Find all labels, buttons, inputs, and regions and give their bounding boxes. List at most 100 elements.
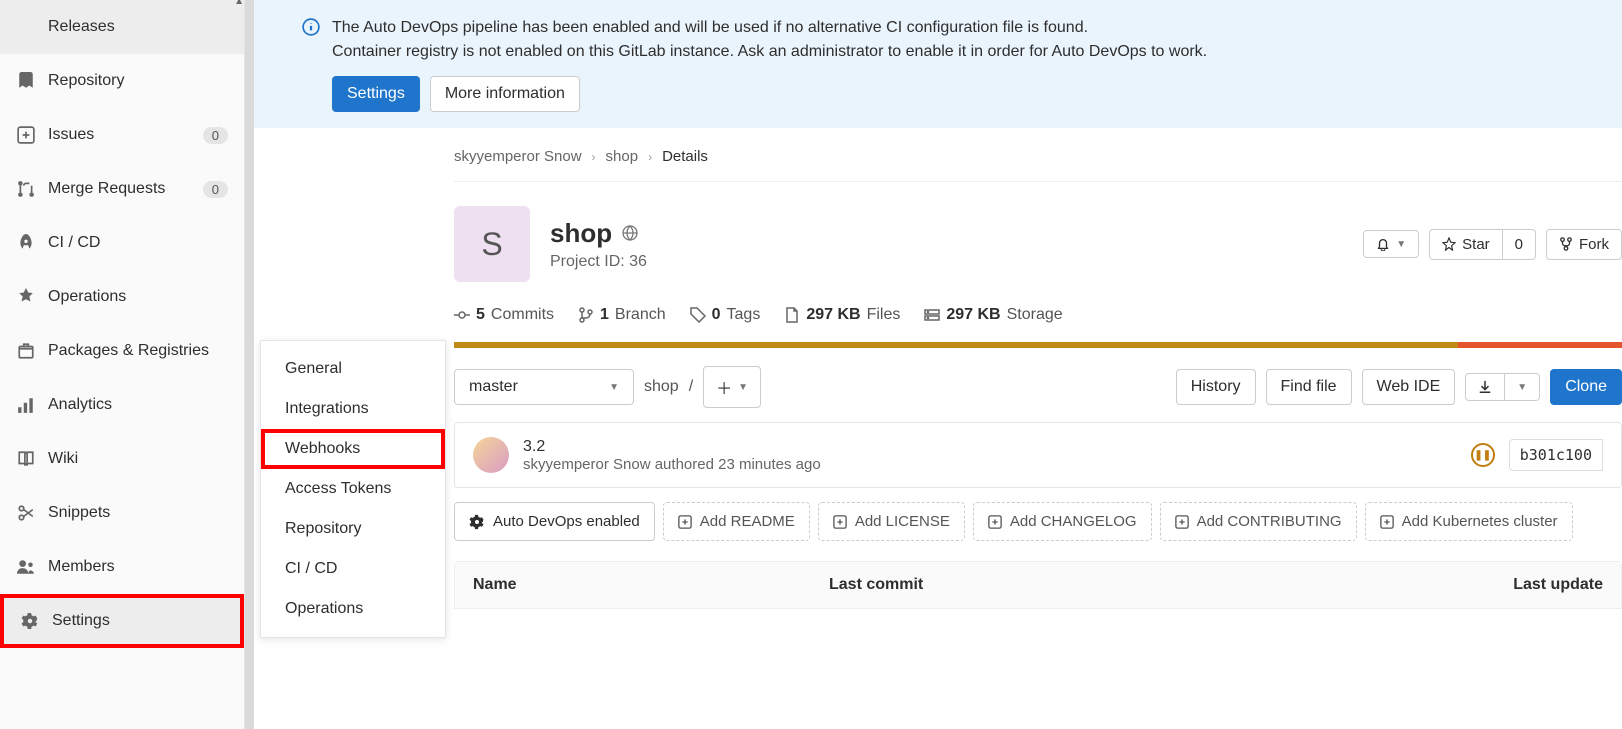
plus-box-icon bbox=[988, 515, 1002, 529]
book-icon bbox=[16, 449, 36, 469]
sidebar: ▲ Releases Repository Issues 0 Merge Req… bbox=[0, 0, 245, 729]
files-label: Files bbox=[867, 306, 901, 324]
stat-tags[interactable]: 0 Tags bbox=[690, 306, 761, 324]
sidebar-item-label: Snippets bbox=[48, 504, 228, 522]
breadcrumb-sep: › bbox=[592, 150, 596, 164]
avatar bbox=[473, 437, 509, 473]
sidebar-item-analytics[interactable]: Analytics bbox=[0, 378, 244, 432]
members-icon bbox=[16, 557, 36, 577]
file-header-commit: Last commit bbox=[829, 576, 1513, 594]
sidebar-item-label: Members bbox=[48, 558, 228, 576]
find-file-button[interactable]: Find file bbox=[1266, 369, 1352, 405]
alert-line1: The Auto DevOps pipeline has been enable… bbox=[332, 16, 1574, 40]
clone-button[interactable]: Clone bbox=[1550, 369, 1622, 405]
commit-title[interactable]: 3.2 bbox=[523, 438, 1457, 456]
path-project[interactable]: shop bbox=[644, 378, 679, 396]
sidebar-item-label: Repository bbox=[48, 72, 228, 90]
scroll-up-arrow[interactable]: ▲ bbox=[234, 0, 244, 7]
star-label: Star bbox=[1462, 236, 1490, 253]
add-kubernetes-button[interactable]: Add Kubernetes cluster bbox=[1365, 502, 1573, 541]
project-id: Project ID: 36 bbox=[550, 253, 1363, 271]
star-icon bbox=[1442, 237, 1456, 251]
file-icon bbox=[784, 307, 800, 323]
add-kubernetes-label: Add Kubernetes cluster bbox=[1402, 513, 1558, 530]
sidebar-item-packages[interactable]: Packages & Registries bbox=[0, 324, 244, 378]
commits-count: 5 bbox=[476, 306, 485, 324]
sidebar-item-repository[interactable]: Repository bbox=[0, 54, 244, 108]
storage-icon bbox=[924, 307, 940, 323]
chevron-down-icon: ▼ bbox=[738, 382, 748, 393]
stat-branches[interactable]: 1 Branch bbox=[578, 306, 666, 324]
rocket-icon bbox=[16, 233, 36, 253]
fork-icon bbox=[1559, 237, 1573, 251]
add-license-button[interactable]: Add LICENSE bbox=[818, 502, 965, 541]
stat-files[interactable]: 297 KB Files bbox=[784, 306, 900, 324]
language-bar bbox=[454, 342, 1622, 348]
storage-size: 297 KB bbox=[946, 306, 1000, 324]
scroll-track[interactable] bbox=[245, 0, 254, 729]
notification-dropdown[interactable]: ▼ bbox=[1363, 230, 1419, 258]
autodevops-enabled-button[interactable]: Auto DevOps enabled bbox=[454, 502, 655, 541]
sidebar-item-members[interactable]: Members bbox=[0, 540, 244, 594]
submenu-item-cicd[interactable]: CI / CD bbox=[261, 549, 445, 589]
sidebar-item-settings[interactable]: Settings bbox=[0, 594, 244, 648]
submenu-item-general[interactable]: General bbox=[261, 349, 445, 389]
bell-icon bbox=[1376, 237, 1390, 251]
sidebar-item-label: Operations bbox=[48, 288, 228, 306]
repository-icon bbox=[16, 71, 36, 91]
fork-button[interactable]: Fork bbox=[1546, 229, 1622, 260]
submenu-item-repository[interactable]: Repository bbox=[261, 509, 445, 549]
webide-button[interactable]: Web IDE bbox=[1362, 369, 1456, 405]
history-button[interactable]: History bbox=[1176, 369, 1256, 405]
download-button[interactable] bbox=[1465, 373, 1505, 401]
plus-box-icon bbox=[833, 515, 847, 529]
file-header-name: Name bbox=[473, 576, 829, 594]
stat-commits[interactable]: 5 Commits bbox=[454, 306, 554, 324]
package-icon bbox=[16, 341, 36, 361]
breadcrumb-owner[interactable]: skyyemperor Snow bbox=[454, 148, 582, 165]
sidebar-item-cicd[interactable]: CI / CD bbox=[0, 216, 244, 270]
add-contributing-button[interactable]: Add CONTRIBUTING bbox=[1160, 502, 1357, 541]
add-dropdown[interactable]: ＋ ▼ bbox=[703, 366, 761, 408]
download-dropdown[interactable]: ▼ bbox=[1505, 373, 1540, 401]
add-changelog-button[interactable]: Add CHANGELOG bbox=[973, 502, 1152, 541]
add-readme-button[interactable]: Add README bbox=[663, 502, 810, 541]
breadcrumb-sep: › bbox=[648, 150, 652, 164]
operations-icon bbox=[16, 287, 36, 307]
pipeline-status-icon[interactable]: ❚❚ bbox=[1471, 443, 1495, 467]
branch-selected: master bbox=[469, 378, 518, 396]
commit-sha[interactable]: b301c100 bbox=[1509, 439, 1603, 471]
sidebar-item-label: Releases bbox=[48, 18, 228, 36]
path-sep: / bbox=[689, 378, 693, 396]
analytics-icon bbox=[16, 395, 36, 415]
chevron-down-icon: ▼ bbox=[609, 382, 619, 393]
sidebar-item-snippets[interactable]: Snippets bbox=[0, 486, 244, 540]
sidebar-item-operations[interactable]: Operations bbox=[0, 270, 244, 324]
sidebar-item-wiki[interactable]: Wiki bbox=[0, 432, 244, 486]
plus-icon: ＋ bbox=[716, 375, 732, 399]
sidebar-item-label: Settings bbox=[52, 612, 224, 630]
globe-icon bbox=[622, 225, 638, 241]
alert-settings-button[interactable]: Settings bbox=[332, 76, 420, 112]
alert-more-info-button[interactable]: More information bbox=[430, 76, 580, 112]
tag-icon bbox=[690, 307, 706, 323]
sidebar-item-releases[interactable]: Releases bbox=[0, 0, 244, 54]
chevron-down-icon: ▼ bbox=[1517, 382, 1527, 393]
autodevops-alert: The Auto DevOps pipeline has been enable… bbox=[254, 0, 1622, 128]
breadcrumb-project[interactable]: shop bbox=[606, 148, 639, 165]
commit-author[interactable]: skyyemperor Snow bbox=[523, 456, 651, 473]
sidebar-item-label: Merge Requests bbox=[48, 180, 203, 198]
star-count[interactable]: 0 bbox=[1503, 229, 1536, 260]
submenu-item-access-tokens[interactable]: Access Tokens bbox=[261, 469, 445, 509]
star-button[interactable]: Star bbox=[1429, 229, 1503, 260]
stat-storage[interactable]: 297 KB Storage bbox=[924, 306, 1062, 324]
sidebar-item-label: Analytics bbox=[48, 396, 228, 414]
scissors-icon bbox=[16, 503, 36, 523]
sidebar-item-merge-requests[interactable]: Merge Requests 0 bbox=[0, 162, 244, 216]
submenu-item-webhooks[interactable]: Webhooks bbox=[261, 429, 445, 469]
branch-select[interactable]: master ▼ bbox=[454, 369, 634, 405]
submenu-item-integrations[interactable]: Integrations bbox=[261, 389, 445, 429]
sidebar-item-issues[interactable]: Issues 0 bbox=[0, 108, 244, 162]
submenu-item-operations[interactable]: Operations bbox=[261, 589, 445, 629]
commit-time: 23 minutes ago bbox=[718, 456, 821, 473]
